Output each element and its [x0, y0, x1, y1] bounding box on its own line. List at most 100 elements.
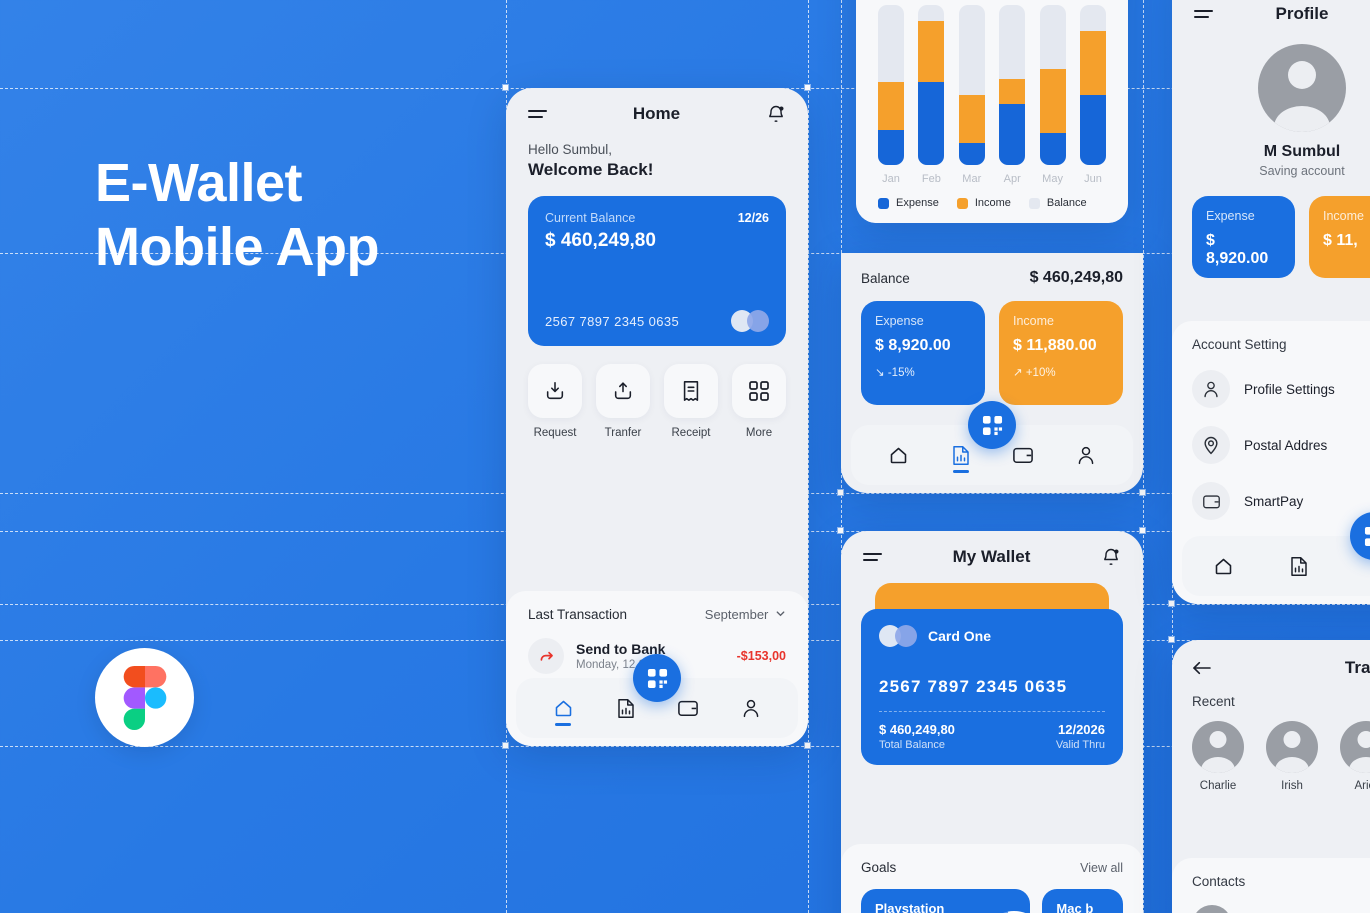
contact-row[interactable]: Alfin [1192, 905, 1370, 913]
nav-home[interactable] [1208, 556, 1238, 577]
nav-statistics[interactable] [1284, 556, 1314, 577]
hero-heading: E-Wallet Mobile App [95, 152, 379, 279]
chart-bar-group: Mar [958, 5, 985, 185]
recent-contact[interactable]: Irish [1266, 721, 1318, 792]
income-tile[interactable]: Income $ 11, [1309, 196, 1370, 278]
wallet-icon [1013, 447, 1034, 464]
setting-smartpay[interactable]: SmartPay [1192, 482, 1370, 520]
chart-bar-track [918, 5, 945, 165]
card-balance-label: Total Balance [879, 739, 946, 751]
setting-label: Postal Addres [1244, 437, 1328, 453]
section-title: Last Transaction [528, 607, 628, 622]
hamburger-menu-icon[interactable] [528, 106, 547, 122]
page-title: Home [632, 104, 681, 123]
arrow-up-right-icon: ↗ [1013, 367, 1023, 379]
goal-progress-ring [969, 898, 1031, 913]
income-tile[interactable]: Income $ 11,880.00 ↗ +10% [999, 301, 1123, 405]
recent-contact[interactable]: Ariel [1340, 721, 1370, 792]
expense-tile[interactable]: Expense $ 8,920.00 [1192, 196, 1295, 278]
action-receipt[interactable]: Receipt [664, 364, 718, 439]
tile-delta-text: +10% [1025, 367, 1056, 379]
chart-x-tick-label: Feb [921, 173, 941, 185]
home-icon [555, 700, 572, 716]
arrow-left-icon[interactable] [1192, 660, 1212, 676]
greeting-block: Hello Sumbul, Welcome Back! [506, 128, 808, 180]
avatar [1192, 905, 1232, 913]
arrow-out-icon [528, 638, 564, 674]
recent-contact[interactable]: Charlie [1192, 721, 1244, 792]
nav-statistics[interactable] [946, 445, 976, 466]
statistics-document-icon [953, 445, 969, 465]
card-name: Card One [928, 628, 992, 644]
chart-bar-track [1039, 5, 1066, 165]
selection-handle[interactable] [502, 84, 509, 91]
nav-wallet[interactable] [1008, 445, 1038, 465]
qr-scan-fab-button[interactable] [633, 654, 681, 702]
hamburger-menu-icon[interactable] [863, 549, 882, 565]
nav-profile[interactable] [1071, 445, 1101, 466]
selection-handle[interactable] [837, 527, 844, 534]
profile-summary-tiles: Expense $ 8,920.00 Income $ 11, [1172, 178, 1370, 278]
goal-label: Playstation [875, 901, 945, 913]
card-number: 2567 7897 2345 0635 [545, 313, 680, 329]
expense-tile[interactable]: Expense $ 8,920.00 ↘ -15% [861, 301, 985, 405]
recent-contacts-list: Charlie Irish Ariel [1172, 709, 1370, 792]
tile-delta-text: -15% [887, 367, 915, 379]
tile-label: Income [1323, 209, 1364, 223]
balance-label: Current Balance [545, 211, 636, 225]
chart-legend-item: Income [956, 197, 1011, 209]
tile-label: Expense [875, 314, 924, 328]
chart-bar-group: Jun [1079, 5, 1106, 185]
action-more[interactable]: More [732, 364, 786, 439]
chart-bar-group: Feb [918, 5, 945, 185]
wallet-card-front[interactable]: Card One 2567 7897 2345 0635 $ 460,249,8… [861, 609, 1123, 765]
nav-home[interactable] [548, 698, 578, 719]
bottom-navigation [851, 401, 1133, 485]
setting-postal-address[interactable]: Postal Addres [1192, 426, 1370, 464]
avatar[interactable] [1258, 44, 1346, 132]
selection-handle[interactable] [837, 489, 844, 496]
goal-card[interactable]: Playstation [861, 889, 1031, 913]
nav-statistics[interactable] [611, 698, 641, 719]
chart-legend-label: Income [974, 197, 1011, 209]
month-filter-dropdown[interactable]: September [705, 607, 786, 622]
notification-bell-icon[interactable] [766, 104, 786, 124]
chart-segment-expense [878, 129, 904, 165]
goal-card[interactable]: Mac b [1042, 889, 1123, 913]
chart-legend-item: Expense [878, 197, 939, 209]
action-request[interactable]: Request [528, 364, 582, 439]
chart-bar-track [878, 5, 904, 165]
bottom-navigation [516, 654, 798, 738]
figma-logo-icon [123, 665, 166, 730]
bottom-navigation [1182, 512, 1370, 596]
phone-wallet-screen: My Wallet Card One 2567 7897 2345 0635 $… [841, 531, 1143, 913]
action-transfer[interactable]: Tranfer [596, 364, 650, 439]
balance-value: $ 460,249,80 [1029, 269, 1123, 286]
chart-x-tick-label: Jan [882, 173, 900, 185]
tile-value: $ 8,920.00 [875, 337, 951, 354]
chart-segment-expense [958, 142, 985, 165]
qr-scan-fab-button[interactable] [968, 401, 1016, 449]
nav-wallet[interactable] [673, 698, 703, 718]
chart-bar-track [958, 5, 985, 165]
month-filter-label: September [704, 607, 769, 622]
selection-handle[interactable] [1139, 527, 1146, 534]
selection-handle[interactable] [804, 84, 811, 91]
selection-handle[interactable] [1139, 489, 1146, 496]
balance-amount: $ 460,249,80 [545, 230, 656, 251]
tile-label: Expense [1206, 209, 1255, 223]
tile-label: Income [1013, 314, 1054, 328]
setting-label: Profile Settings [1244, 381, 1335, 397]
setting-profile-settings[interactable]: Profile Settings [1192, 370, 1370, 408]
current-balance-card[interactable]: Current Balance 12/26 $ 460,249,80 2567 … [528, 196, 786, 346]
page-title: Profile [1275, 4, 1329, 23]
notification-bell-icon[interactable] [1101, 547, 1121, 567]
selection-handle[interactable] [1168, 636, 1175, 643]
nav-profile[interactable] [736, 698, 766, 719]
phone-transfer-screen: Transfer Recent Charlie Irish Ariel Cont… [1172, 640, 1370, 913]
contact-name: Ariel [1354, 780, 1370, 792]
hamburger-menu-icon[interactable] [1194, 6, 1213, 22]
nav-home[interactable] [883, 445, 913, 466]
chart-bar-group: May [1039, 5, 1066, 185]
goals-view-all-link[interactable]: View all [1080, 861, 1123, 875]
